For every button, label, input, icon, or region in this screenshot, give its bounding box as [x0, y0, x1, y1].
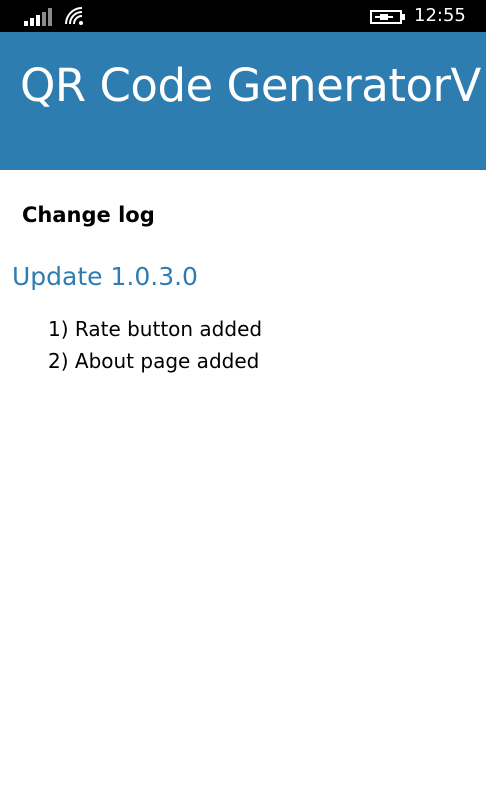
- change-list: 1) Rate button added 2) About page added: [48, 313, 262, 377]
- change-item: 2) About page added: [48, 349, 260, 373]
- battery-charging-icon: [370, 10, 405, 24]
- update-version-title: Update 1.0.3.0: [12, 262, 198, 291]
- app-header: QR Code GeneratorV: [0, 32, 486, 170]
- wifi-icon: [65, 7, 83, 25]
- change-item: 1) Rate button added: [48, 317, 263, 341]
- status-time: 12:55: [414, 5, 466, 26]
- status-bar: 12:55: [0, 0, 486, 32]
- changelog-heading: Change log: [22, 203, 155, 227]
- signal-icon: [24, 8, 52, 26]
- app-title: QR Code GeneratorV: [20, 59, 481, 112]
